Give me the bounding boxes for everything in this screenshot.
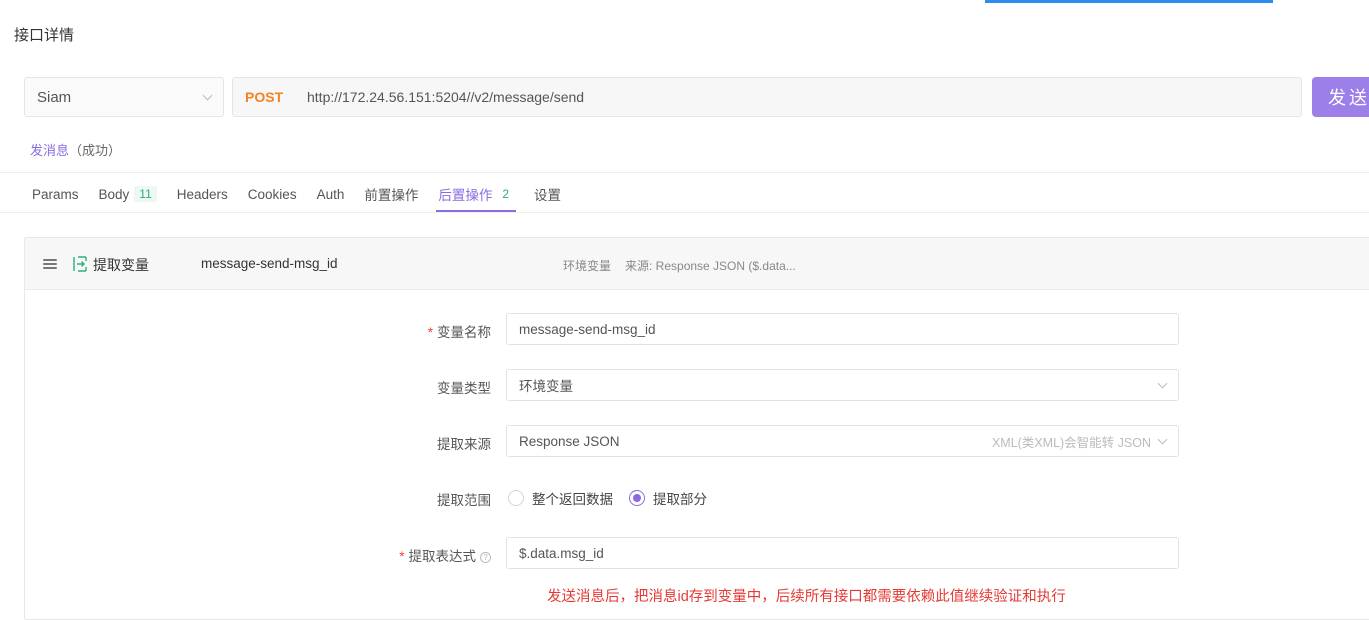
required-mark: * [427, 325, 433, 340]
form-row-type: 变量类型 环境变量 [25, 369, 1369, 401]
form-row-source: 提取来源 Response JSON XML(类XML)会智能转 JSON [25, 425, 1369, 457]
tab-count-badge: 2 [502, 187, 510, 201]
label-text: 提取表达式 [408, 549, 477, 564]
top-accent-strip [985, 0, 1273, 3]
extract-title: 提取变量 [93, 257, 149, 273]
variable-type-label: 变量类型 [437, 381, 491, 396]
method-label[interactable]: POST [245, 89, 307, 105]
label-text: 变量名称 [437, 325, 491, 340]
extract-scope: 环境变量 [563, 259, 612, 273]
tab-label: Cookies [247, 186, 297, 202]
extract-range-group: 整个返回数据 提取部分 [508, 488, 723, 508]
extract-range-label: 提取范围 [437, 493, 491, 508]
tab-pre-operations[interactable]: 前置操作 [362, 176, 420, 212]
annotation-note: 发送消息后，把消息id存到变量中，后续所有接口都需要依赖此值继续验证和执行 [547, 589, 1066, 605]
tab-auth[interactable]: Auth [315, 176, 347, 212]
tab-label: Body [98, 186, 130, 202]
tab-settings[interactable]: 设置 [532, 176, 563, 212]
send-button[interactable]: 发送 [1312, 77, 1369, 117]
extract-meta: 环境变量 来源: Response JSON ($.data... [563, 257, 796, 274]
request-name-link[interactable]: 发消息 [30, 143, 69, 158]
tab-label: 后置操作 [438, 188, 493, 203]
environment-value: Siam [37, 88, 72, 106]
variable-name-label: * 变量名称 [428, 321, 491, 341]
extract-panel-header[interactable]: 提取变量 message-send-msg_id 环境变量 来源: Respons… [25, 238, 1369, 290]
select-value: 环境变量 [519, 379, 573, 394]
request-state: （成功） [69, 143, 122, 158]
extract-variable-icon [73, 256, 87, 272]
url-value: http://172.24.56.151:5204//v2/message/se… [307, 89, 585, 105]
range-option-part[interactable]: 提取部分 [629, 488, 707, 508]
help-icon[interactable]: ? [480, 552, 491, 563]
divider [0, 172, 1369, 173]
tab-label: Auth [316, 186, 345, 202]
tab-params[interactable]: Params [30, 176, 81, 212]
select-value: Response JSON [519, 433, 620, 449]
expression-label: * 提取表达式? [399, 545, 491, 565]
variable-name-input[interactable]: message-send-msg_id [506, 313, 1179, 345]
url-input[interactable]: POST http://172.24.56.151:5204//v2/messa… [232, 77, 1302, 117]
radio-label: 提取部分 [653, 492, 707, 507]
environment-select[interactable]: Siam [24, 77, 224, 117]
tab-post-operations[interactable]: 后置操作 2 [436, 176, 516, 212]
form-row-name: * 变量名称 message-send-msg_id [25, 313, 1369, 345]
request-tabs: Params Body 11 Headers Cookies Auth 前置操作 … [30, 176, 579, 212]
tab-cookies[interactable]: Cookies [246, 176, 299, 212]
tab-label: Params [32, 186, 79, 202]
page-title: 接口详情 [14, 27, 75, 44]
expression-input[interactable]: $.data.msg_id [506, 537, 1179, 569]
request-status: 发消息（成功） [30, 140, 121, 159]
extract-source: 来源: Response JSON ($.data... [625, 259, 796, 273]
radio-label: 整个返回数据 [532, 492, 613, 507]
form-row-expression: * 提取表达式? $.data.msg_id [25, 537, 1369, 569]
extract-source-label: 提取来源 [437, 437, 491, 452]
tab-label: 设置 [534, 188, 562, 203]
radio-checked-icon[interactable] [629, 490, 645, 506]
extract-variable-name: message-send-msg_id [201, 256, 338, 271]
chevron-down-icon [1157, 378, 1168, 388]
tab-headers[interactable]: Headers [175, 176, 230, 212]
input-value: message-send-msg_id [519, 321, 656, 337]
chevron-down-icon [1157, 434, 1168, 444]
variable-type-select[interactable]: 环境变量 [506, 369, 1179, 401]
extract-source-select[interactable]: Response JSON XML(类XML)会智能转 JSON [506, 425, 1179, 457]
select-hint: XML(类XML)会智能转 JSON [991, 435, 1151, 450]
radio-unchecked-icon[interactable] [508, 490, 524, 506]
chevron-down-icon [202, 90, 213, 100]
input-value: $.data.msg_id [519, 545, 604, 561]
tab-count-badge: 11 [134, 186, 157, 202]
divider [0, 212, 1369, 213]
form-row-range: 提取范围 整个返回数据 提取部分 [25, 481, 1369, 513]
tab-label: 前置操作 [364, 188, 419, 203]
tab-label: Headers [176, 186, 228, 202]
extract-variable-panel: 提取变量 message-send-msg_id 环境变量 来源: Respons… [24, 237, 1369, 620]
tab-body[interactable]: Body 11 [97, 176, 159, 212]
range-option-all[interactable]: 整个返回数据 [508, 488, 613, 508]
drag-handle-icon[interactable] [43, 259, 57, 269]
required-mark: * [399, 549, 405, 564]
